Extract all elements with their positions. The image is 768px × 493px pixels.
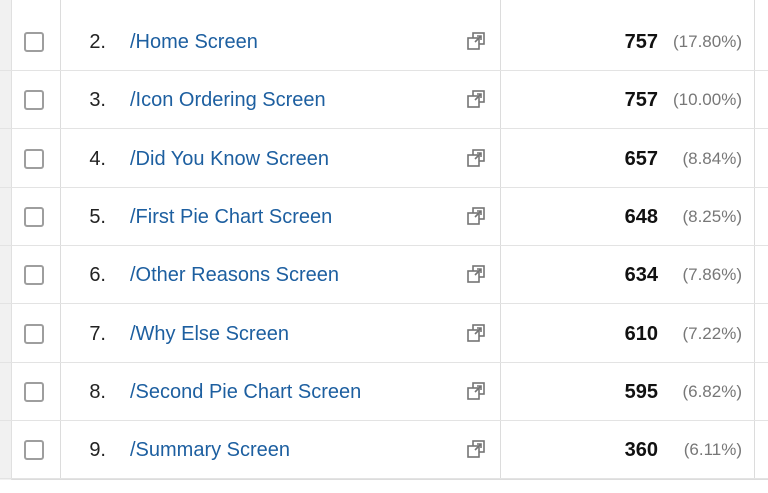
- pageview-percent: (6.82%): [682, 381, 742, 401]
- row-index: 6.: [89, 264, 106, 287]
- pageview-count: 648: [624, 205, 658, 228]
- pageview-count: 610: [624, 322, 658, 345]
- row-index: 3.: [89, 89, 106, 112]
- table-row: 2. /Home Screen 757 (17.80%): [0, 13, 768, 71]
- pageview-percent: (7.22%): [682, 323, 742, 343]
- open-in-new-window-icon[interactable]: [466, 31, 486, 51]
- table-row: 4. /Did You Know Screen 657 (8.84%): [0, 130, 768, 188]
- open-in-new-window-icon[interactable]: [466, 206, 486, 226]
- table-row: 6. /Other Reasons Screen 634 (7.86%): [0, 246, 768, 305]
- open-in-new-window-icon[interactable]: [466, 148, 486, 168]
- open-in-new-window-icon[interactable]: [466, 381, 486, 401]
- row-index: 7.: [89, 322, 106, 345]
- row-index: 5.: [89, 205, 106, 228]
- pageview-count: 657: [624, 147, 658, 170]
- table-row: 9. /Summary Screen 360 (6.11%): [0, 421, 768, 480]
- row-index: 4.: [89, 147, 106, 170]
- row-index: 9.: [89, 439, 106, 462]
- row-checkbox[interactable]: [24, 32, 44, 52]
- open-in-new-window-icon[interactable]: [466, 89, 486, 109]
- page-link[interactable]: /Did You Know Screen: [130, 130, 329, 188]
- table-row: 8. /Second Pie Chart Screen 595 (6.82%): [0, 363, 768, 421]
- pageview-count: 595: [624, 380, 658, 403]
- row-index: 2.: [89, 31, 106, 53]
- pageview-count: 634: [624, 264, 658, 287]
- row-checkbox[interactable]: [24, 381, 44, 402]
- pageview-count: 757: [624, 89, 658, 112]
- table-row: 7. /Why Else Screen 610 (7.22%): [0, 305, 768, 363]
- row-checkbox[interactable]: [24, 90, 44, 111]
- row-checkbox[interactable]: [24, 265, 44, 286]
- row-checkbox[interactable]: [24, 323, 44, 344]
- table-row: 5. /First Pie Chart Screen 648 (8.25%): [0, 188, 768, 246]
- pageview-percent: (8.25%): [682, 206, 742, 226]
- open-in-new-window-icon[interactable]: [466, 323, 486, 343]
- page-link[interactable]: /Second Pie Chart Screen: [130, 363, 361, 421]
- page-link[interactable]: /Other Reasons Screen: [130, 246, 339, 304]
- row-checkbox[interactable]: [24, 148, 44, 169]
- page-link[interactable]: /Icon Ordering Screen: [130, 71, 326, 129]
- pageview-percent: (10.00%): [673, 90, 742, 110]
- pages-table: 2. /Home Screen 757 (17.80%) 3. /Icon Or…: [0, 0, 768, 480]
- row-checkbox[interactable]: [24, 440, 44, 461]
- pageview-count: 360: [624, 439, 658, 462]
- pageview-percent: (7.86%): [682, 265, 742, 285]
- open-in-new-window-icon[interactable]: [466, 264, 486, 284]
- row-checkbox[interactable]: [24, 206, 44, 227]
- page-link[interactable]: /First Pie Chart Screen: [130, 188, 332, 246]
- pageview-percent: (6.11%): [683, 440, 742, 460]
- pageview-percent: (17.80%): [673, 32, 742, 51]
- row-index: 8.: [89, 380, 106, 403]
- pageview-count: 757: [624, 31, 658, 53]
- page-link[interactable]: /Home Screen: [130, 13, 258, 71]
- open-in-new-window-icon[interactable]: [466, 439, 486, 459]
- page-link[interactable]: /Why Else Screen: [130, 305, 289, 363]
- pageview-percent: (8.84%): [682, 148, 742, 168]
- page-link[interactable]: /Summary Screen: [130, 421, 290, 479]
- table-row: 3. /Icon Ordering Screen 757 (10.00%): [0, 71, 768, 130]
